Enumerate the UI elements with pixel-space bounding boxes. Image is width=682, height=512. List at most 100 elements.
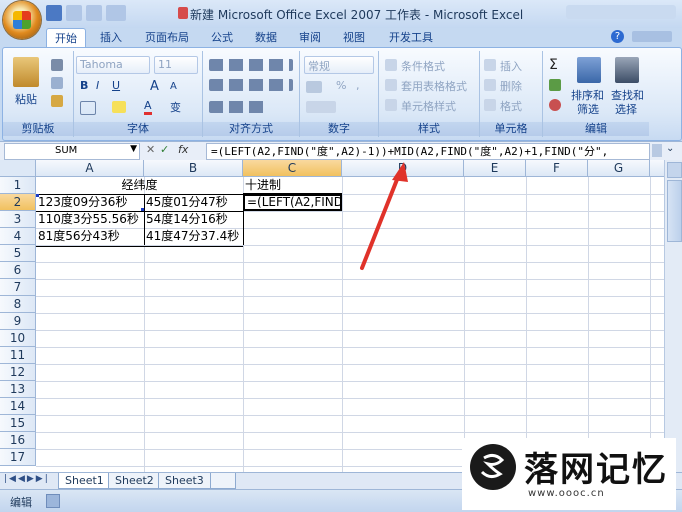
formula-scroll-icon[interactable] — [652, 144, 662, 157]
save-icon[interactable] — [46, 5, 62, 21]
row-header[interactable]: 17 — [0, 449, 36, 466]
sheet-tab-3[interactable]: Sheet3 — [158, 473, 211, 489]
number-format-select[interactable]: 常规 — [304, 56, 374, 74]
row-header[interactable]: 4 — [0, 228, 36, 245]
cell-a3[interactable]: 110度3分55.56秒 — [36, 211, 144, 228]
shrink-font-button[interactable]: A — [170, 81, 177, 92]
cell-a1[interactable]: 经纬度 — [36, 177, 243, 194]
chevron-down-icon[interactable]: ▼ — [130, 144, 137, 154]
cell-c1[interactable]: 十进制 — [243, 177, 342, 194]
conditional-format-button[interactable]: 条件格式 — [401, 58, 445, 74]
window-controls[interactable] — [566, 5, 676, 19]
column-header-g[interactable]: G — [588, 160, 650, 177]
row-header[interactable]: 9 — [0, 313, 36, 330]
row-header[interactable]: 15 — [0, 415, 36, 432]
indent-icons[interactable] — [209, 101, 269, 113]
row-header[interactable]: 5 — [0, 245, 36, 262]
percent-button[interactable]: % — [336, 79, 346, 92]
tab-developer[interactable]: 开发工具 — [386, 30, 436, 46]
comma-button[interactable]: , — [356, 79, 360, 92]
tab-insert[interactable]: 插入 — [96, 30, 126, 46]
tab-home[interactable]: 开始 — [46, 28, 86, 48]
border-icon[interactable] — [80, 101, 96, 115]
row-header[interactable]: 14 — [0, 398, 36, 415]
help-icon[interactable]: ? — [611, 30, 624, 43]
column-header-f[interactable]: F — [526, 160, 588, 177]
phonetic-button[interactable]: 变 — [170, 99, 181, 115]
name-box[interactable]: SUM ▼ — [4, 143, 140, 160]
font-color-button[interactable]: A — [144, 99, 152, 115]
office-button[interactable] — [3, 1, 41, 39]
cancel-icon[interactable]: ✕ — [146, 143, 155, 156]
select-all-corner[interactable] — [0, 160, 36, 177]
undo-icon[interactable] — [66, 5, 82, 21]
insert-cells-button[interactable]: 插入 — [500, 58, 522, 74]
bold-button[interactable]: B — [80, 79, 88, 92]
horizontal-align-icons[interactable] — [209, 79, 293, 91]
enter-icon[interactable]: ✓ — [160, 143, 169, 156]
row-header[interactable]: 13 — [0, 381, 36, 398]
tab-page-layout[interactable]: 页面布局 — [142, 30, 192, 46]
paste-icon[interactable] — [13, 57, 39, 87]
cell-styles-button[interactable]: 单元格样式 — [401, 98, 456, 114]
column-header-e[interactable]: E — [464, 160, 526, 177]
sheet-tab-1[interactable]: Sheet1 — [58, 473, 111, 489]
row-header[interactable]: 3 — [0, 211, 36, 228]
cell-a4[interactable]: 81度56分43秒 — [36, 228, 144, 245]
formula-input[interactable]: =(LEFT(A2,FIND("度",A2)-1))+MID(A2,FIND("… — [206, 143, 650, 160]
row-header[interactable]: 1 — [0, 177, 36, 194]
row-header[interactable]: 11 — [0, 347, 36, 364]
autosum-button[interactable]: Σ — [549, 57, 558, 73]
tab-formulas[interactable]: 公式 — [208, 30, 236, 46]
clear-icon[interactable] — [549, 99, 561, 111]
cut-icon[interactable] — [51, 59, 63, 71]
tab-review[interactable]: 审阅 — [296, 30, 324, 46]
format-painter-icon[interactable] — [51, 95, 63, 107]
delete-cells-button[interactable]: 删除 — [500, 78, 522, 94]
row-header[interactable]: 8 — [0, 296, 36, 313]
fill-color-icon[interactable] — [112, 101, 126, 113]
font-name-select[interactable]: Tahoma — [76, 56, 150, 74]
cell-c2-active[interactable]: =(LEFT(A2,FIND — [243, 194, 342, 211]
font-size-select[interactable]: 11 — [154, 56, 198, 74]
column-header-a[interactable]: A — [36, 160, 144, 177]
italic-button[interactable]: I — [96, 79, 99, 92]
vertical-scrollbar[interactable] — [664, 160, 682, 472]
vertical-align-icons[interactable] — [209, 59, 293, 71]
sheet-tab-2[interactable]: Sheet2 — [108, 473, 161, 489]
scroll-up-icon[interactable] — [667, 162, 682, 178]
format-as-table-button[interactable]: 套用表格格式 — [401, 78, 467, 94]
redo-icon[interactable] — [86, 5, 102, 21]
cell-a2[interactable]: 123度09分36秒 — [36, 194, 144, 211]
customize-quick-access-icon[interactable] — [106, 5, 126, 21]
paste-button[interactable]: 粘贴 — [15, 91, 37, 107]
column-header-more[interactable] — [650, 160, 664, 177]
worksheet[interactable]: A B C D E F G 1 2 3 4 5 6 7 8 9 10 11 12… — [0, 160, 664, 472]
fill-icon[interactable] — [549, 79, 561, 91]
row-header[interactable]: 2 — [0, 194, 36, 211]
insert-sheet-icon[interactable] — [210, 473, 236, 489]
column-header-b[interactable]: B — [144, 160, 243, 177]
underline-button[interactable]: U — [112, 79, 120, 92]
cell-b2[interactable]: 45度01分47秒 — [144, 194, 243, 211]
row-header[interactable]: 10 — [0, 330, 36, 347]
ribbon-window-controls[interactable] — [632, 31, 672, 42]
row-header[interactable]: 6 — [0, 262, 36, 279]
format-cells-button[interactable]: 格式 — [500, 98, 522, 114]
tab-view[interactable]: 视图 — [340, 30, 368, 46]
row-header[interactable]: 7 — [0, 279, 36, 296]
sheet-nav-icons[interactable]: |◀◀▶▶| — [4, 474, 50, 484]
row-header[interactable]: 16 — [0, 432, 36, 449]
cell-b4[interactable]: 41度47分37.4秒 — [144, 228, 243, 245]
column-header-c[interactable]: C — [243, 160, 342, 177]
expand-formula-icon[interactable]: ⌄ — [666, 143, 674, 154]
macro-record-icon[interactable] — [46, 494, 60, 508]
row-header[interactable]: 12 — [0, 364, 36, 381]
grow-font-button[interactable]: A — [150, 79, 159, 94]
decimal-icons[interactable] — [306, 101, 336, 113]
currency-icon[interactable] — [306, 81, 322, 93]
scroll-thumb[interactable] — [667, 180, 682, 242]
cell-b3[interactable]: 54度14分16秒 — [144, 211, 243, 228]
copy-icon[interactable] — [51, 77, 63, 89]
insert-function-icon[interactable]: fx — [178, 143, 188, 156]
